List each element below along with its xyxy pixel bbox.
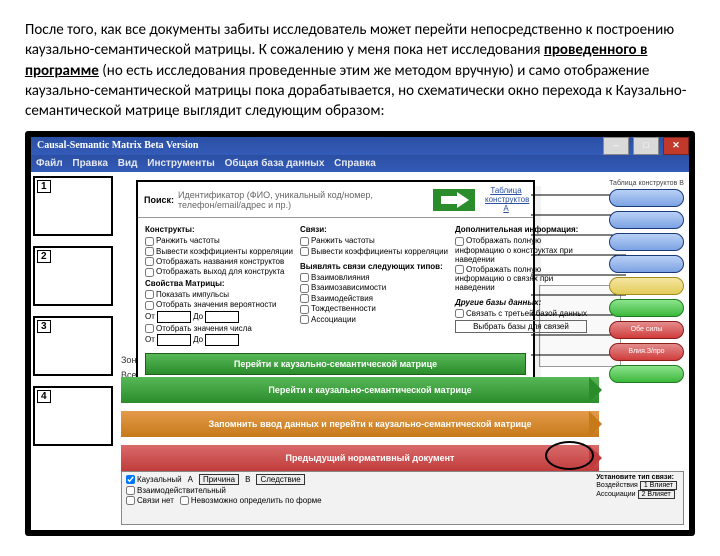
col-constructs: Конструкты: Ранжить частоты Вывести коэф… [145, 223, 293, 347]
chk-undet[interactable]: Невозможно определить по форме [180, 496, 322, 505]
window-title-bar: Causal-Semantic Matrix Beta Version – □ … [31, 137, 689, 155]
thumbnail-pane: 1 2 3 4 [33, 176, 113, 456]
chk-none[interactable]: Связи нет [126, 496, 174, 505]
menu-file[interactable]: Файл [36, 158, 63, 169]
chk-inter[interactable]: Взаимодействительный [126, 486, 226, 495]
to-field-1[interactable] [205, 311, 239, 323]
next-arrow-icon[interactable] [433, 189, 475, 211]
cb-l1[interactable]: Ранжить частоты [300, 236, 448, 245]
from-field-2[interactable] [157, 334, 191, 346]
panel-right-area: Установите тип связи: Воздействия1 Влияе… [596, 474, 677, 499]
cb-e1[interactable]: Отображать полную информацию о конструкт… [455, 236, 587, 263]
cb-t4[interactable]: Тождественности [300, 304, 448, 313]
thumb-2[interactable]: 2 [33, 246, 113, 306]
link-type-panel: Установите тип связи: Воздействия1 Влияе… [121, 471, 684, 525]
col-extra: Дополнительная информация: Отображать по… [455, 223, 587, 347]
minimize-button[interactable]: – [603, 137, 629, 155]
panel-title: Установите тип связи: [596, 474, 674, 481]
maximize-button[interactable]: □ [633, 137, 659, 155]
pill-9[interactable] [609, 365, 684, 383]
arrow-go-matrix[interactable]: Перейти к каузально-семантической матриц… [121, 377, 599, 403]
intro-text-2: (но есть исследования проведенные этим ж… [25, 62, 686, 121]
thumb-4[interactable]: 4 [33, 386, 113, 446]
cb-t5[interactable]: Ассоциации [300, 315, 448, 324]
cb-t1[interactable]: Взаимовлияния [300, 273, 448, 282]
menu-database[interactable]: Общая база данных [225, 158, 325, 169]
right-pane-title: Таблица конструктов В [609, 180, 684, 187]
constructs-heading: Конструкты: [145, 225, 293, 234]
chk-causal[interactable]: Каузальный [126, 475, 182, 484]
dialog-body: Конструкты: Ранжить частоты Вывести коэф… [138, 218, 533, 382]
menu-help[interactable]: Справка [334, 158, 376, 169]
window-title: Causal-Semantic Matrix Beta Version [37, 140, 198, 151]
matrix-dialog: Поиск: Идентификатор (ФИО, уникальный ко… [136, 180, 535, 384]
cb-e2[interactable]: Отображать полную информацию о связях пр… [455, 265, 587, 292]
cb-c2[interactable]: Вывести коэффициенты корреляции [145, 247, 293, 256]
other-db-heading: Другие базы данных: [455, 298, 587, 307]
cb-ext[interactable]: Связать с третьей базой данных [455, 309, 587, 318]
btn-effect[interactable]: Следствие [256, 474, 304, 485]
menu-bar[interactable]: Файл Правка Вид Инструменты Общая база д… [31, 155, 689, 172]
right-pill-pane: Таблица конструктов В Обе силы Влия.З/пр… [609, 180, 684, 387]
matrix-props-heading: Свойства Матрицы: [145, 279, 293, 288]
nav-arrows: Перейти к каузально-семантической матриц… [121, 377, 599, 479]
cb-p1[interactable]: Показать импульсы [145, 290, 293, 299]
cb-c4[interactable]: Отображать выход для конструкта [145, 267, 293, 276]
to-field-2[interactable] [205, 334, 239, 346]
arrow-prev-doc[interactable]: Предыдущий нормативный документ [121, 445, 599, 471]
pill-4[interactable] [609, 255, 684, 273]
app-canvas: Файл Правка Вид Инструменты Общая база д… [31, 155, 689, 530]
cb-c3[interactable]: Отображать названия конструктов [145, 257, 293, 266]
menu-edit[interactable]: Правка [72, 158, 108, 169]
btn-v1[interactable]: 1 Влияет [640, 481, 677, 490]
thumb-1[interactable]: 1 [33, 176, 113, 236]
thumb-3[interactable]: 3 [33, 316, 113, 376]
tab-constructs-a[interactable]: Таблица конструктов А [485, 186, 527, 213]
select-db-button[interactable]: Выбрать базы для связей [455, 320, 587, 333]
col-links: Связи: Ранжить частоты Вывести коэффицие… [300, 223, 448, 347]
intro-paragraph: После того, как все документы забиты исс… [25, 20, 695, 121]
cb-t3[interactable]: Взаимодействия [300, 294, 448, 303]
from-field-1[interactable] [157, 311, 191, 323]
extra-heading: Дополнительная информация: [455, 225, 587, 234]
dialog-top-row: Поиск: Идентификатор (ФИО, уникальный ко… [138, 182, 533, 218]
cb-p3[interactable]: Отобрать значения числа [145, 324, 293, 333]
go-matrix-button[interactable]: Перейти к каузально-семантической матриц… [145, 353, 526, 375]
link-types-heading: Выявлять связи следующих типов: [300, 262, 448, 271]
pill-6[interactable] [609, 299, 684, 317]
search-hint: Идентификатор (ФИО, уникальный код/номер… [178, 190, 427, 210]
pill-red-1[interactable]: Обе силы [609, 321, 684, 339]
cb-c1[interactable]: Ранжить частоты [145, 236, 293, 245]
screenshot-frame: Causal-Semantic Matrix Beta Version – □ … [25, 131, 695, 536]
search-label: Поиск: [144, 195, 174, 205]
pill-red-2[interactable]: Влия.З/про [609, 343, 684, 361]
cb-t2[interactable]: Взаимозависимости [300, 283, 448, 292]
btn-cause[interactable]: Причина [199, 474, 239, 485]
menu-tools[interactable]: Инструменты [147, 158, 215, 169]
close-button[interactable]: ✕ [663, 137, 689, 155]
cb-l2[interactable]: Вывести коэффициенты корреляции [300, 247, 448, 256]
menu-view[interactable]: Вид [118, 158, 138, 169]
pill-3[interactable] [609, 233, 684, 251]
cb-p2[interactable]: Отобрать значения вероятности [145, 300, 293, 309]
pill-2[interactable] [609, 211, 684, 229]
pill-1[interactable] [609, 189, 684, 207]
arrow-save-go[interactable]: Запомнить ввод данных и перейти к каузал… [121, 411, 599, 437]
btn-v2[interactable]: 2 Влияет [638, 490, 675, 499]
links-heading: Связи: [300, 225, 448, 234]
pill-5[interactable] [609, 277, 684, 295]
window-buttons: – □ ✕ [599, 137, 689, 155]
